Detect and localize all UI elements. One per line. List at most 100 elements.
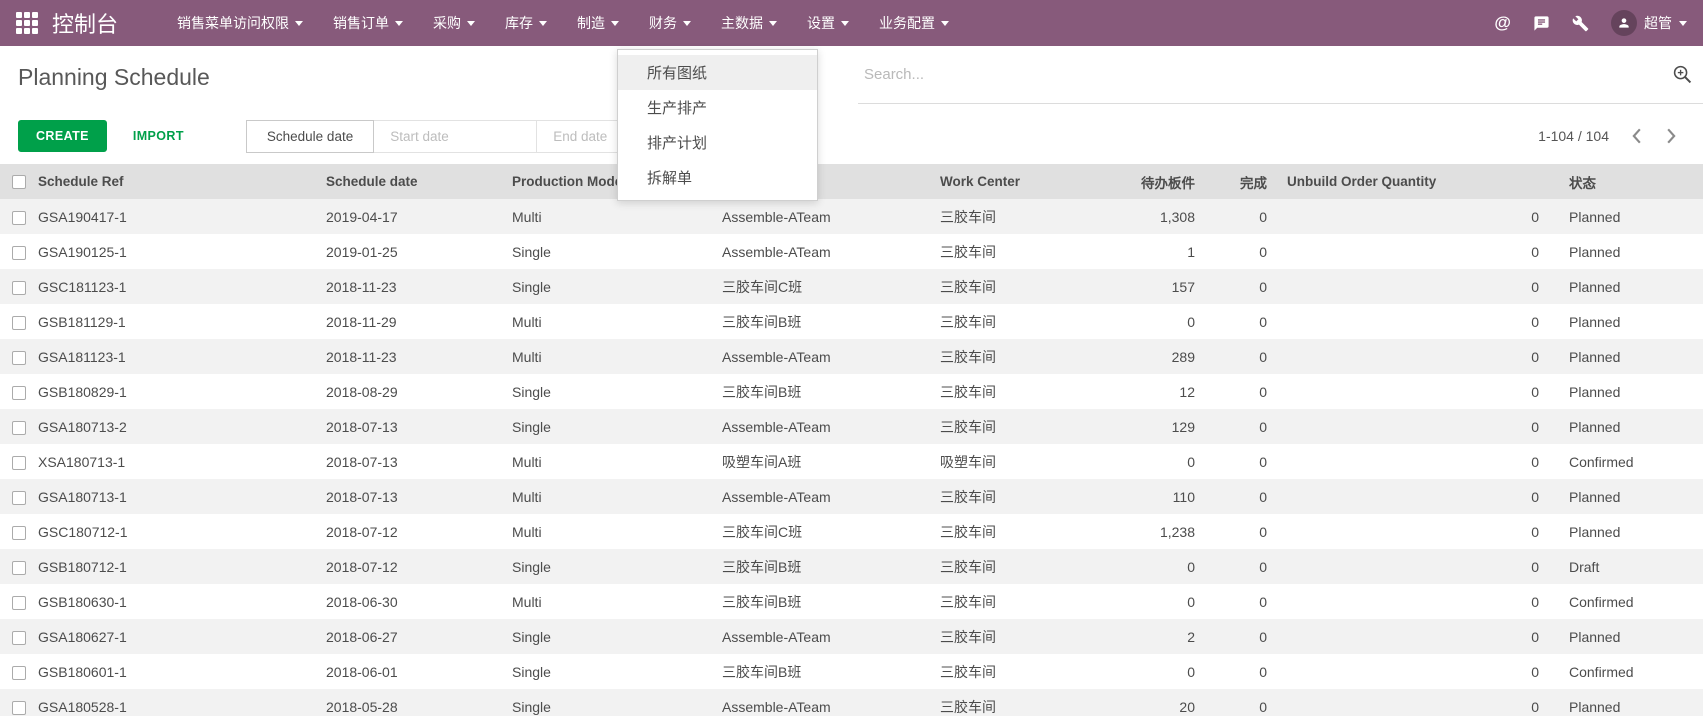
cell-work-group: 三胶车间C班 — [714, 514, 932, 549]
cell-unbuild-qty: 0 — [1279, 444, 1551, 479]
table-row[interactable]: GSB180630-1 2018-06-30 Multi 三胶车间B班 三胶车间… — [0, 584, 1703, 619]
row-checkbox-cell — [0, 199, 30, 234]
tools-icon[interactable] — [1572, 15, 1589, 32]
nav-menu-item-7[interactable]: 设置 — [792, 0, 864, 46]
nav-menu-item-4[interactable]: 制造 — [562, 0, 634, 46]
col-header-schedule-ref[interactable]: Schedule Ref — [30, 164, 318, 199]
cell-status: Planned — [1551, 339, 1703, 374]
dropdown-item-3[interactable]: 拆解单 — [618, 160, 817, 195]
table-row[interactable]: GSA180528-1 2018-05-28 Single Assemble-A… — [0, 689, 1703, 716]
schedule-date-filter-button[interactable]: Schedule date — [246, 120, 374, 153]
cell-schedule-date: 2018-11-23 — [318, 339, 504, 374]
import-button[interactable]: IMPORT — [123, 121, 194, 151]
table-row[interactable]: GSA181123-1 2018-11-23 Multi Assemble-AT… — [0, 339, 1703, 374]
cell-schedule-date: 2018-11-29 — [318, 304, 504, 339]
cell-schedule-ref: GSA190417-1 — [30, 199, 318, 234]
search-input[interactable] — [864, 66, 1672, 83]
apps-grid-icon[interactable] — [16, 12, 38, 34]
start-date-input[interactable] — [374, 120, 537, 153]
col-header-pending-qty[interactable]: 待办板件 — [1082, 164, 1207, 199]
table-row[interactable]: GSA190125-1 2019-01-25 Single Assemble-A… — [0, 234, 1703, 269]
username: 超管 — [1644, 13, 1672, 33]
col-header-done-qty[interactable]: 完成 — [1207, 164, 1279, 199]
nav-menu-item-2[interactable]: 采购 — [418, 0, 490, 46]
table-body: GSA190417-1 2019-04-17 Multi Assemble-AT… — [0, 199, 1703, 716]
nav-menu-item-0[interactable]: 销售菜单访问权限 — [162, 0, 318, 46]
row-checkbox[interactable] — [12, 421, 26, 435]
cell-schedule-ref: GSA190125-1 — [30, 234, 318, 269]
nav-menu-label: 采购 — [433, 13, 461, 33]
col-header-unbuild-qty[interactable]: Unbuild Order Quantity — [1279, 164, 1551, 199]
table-header-row: Schedule Ref Schedule date Production Mo… — [0, 164, 1703, 199]
table-row[interactable]: GSB180829-1 2018-08-29 Single 三胶车间B班 三胶车… — [0, 374, 1703, 409]
cell-schedule-date: 2018-07-12 — [318, 549, 504, 584]
user-menu[interactable]: 超管 — [1611, 10, 1687, 36]
row-checkbox[interactable] — [12, 246, 26, 260]
cell-production-mode: Single — [504, 689, 714, 716]
row-checkbox[interactable] — [12, 316, 26, 330]
chat-icon[interactable] — [1533, 15, 1550, 32]
row-checkbox[interactable] — [12, 281, 26, 295]
mentions-icon[interactable]: @ — [1494, 13, 1511, 33]
manufacturing-dropdown: 所有图纸生产排产排产计划拆解单 — [617, 49, 818, 201]
cell-schedule-ref: GSA180528-1 — [30, 689, 318, 716]
nav-menu-item-8[interactable]: 业务配置 — [864, 0, 964, 46]
table-row[interactable]: GSA190417-1 2019-04-17 Multi Assemble-AT… — [0, 199, 1703, 234]
cell-schedule-date: 2018-07-13 — [318, 444, 504, 479]
table-row[interactable]: GSA180713-2 2018-07-13 Single Assemble-A… — [0, 409, 1703, 444]
row-checkbox[interactable] — [12, 211, 26, 225]
col-header-work-center[interactable]: Work Center — [932, 164, 1082, 199]
row-checkbox[interactable] — [12, 491, 26, 505]
row-checkbox[interactable] — [12, 526, 26, 540]
row-checkbox[interactable] — [12, 596, 26, 610]
table-row[interactable]: GSB181129-1 2018-11-29 Multi 三胶车间B班 三胶车间… — [0, 304, 1703, 339]
row-checkbox[interactable] — [12, 386, 26, 400]
nav-menu-item-5[interactable]: 财务 — [634, 0, 706, 46]
table-row[interactable]: GSA180713-1 2018-07-13 Multi Assemble-AT… — [0, 479, 1703, 514]
table-row[interactable]: GSC181123-1 2018-11-23 Single 三胶车间C班 三胶车… — [0, 269, 1703, 304]
row-checkbox[interactable] — [12, 351, 26, 365]
cell-work-center: 三胶车间 — [932, 269, 1082, 304]
cell-work-group: 吸塑车间A班 — [714, 444, 932, 479]
row-checkbox[interactable] — [12, 456, 26, 470]
pager-next-button[interactable] — [1658, 124, 1685, 148]
cell-done-qty: 0 — [1207, 269, 1279, 304]
cell-production-mode: Single — [504, 409, 714, 444]
dropdown-item-2[interactable]: 排产计划 — [618, 125, 817, 160]
dropdown-item-1[interactable]: 生产排产 — [618, 90, 817, 125]
nav-menu-label: 库存 — [505, 13, 533, 33]
col-header-schedule-date[interactable]: Schedule date — [318, 164, 504, 199]
row-checkbox-cell — [0, 549, 30, 584]
cell-work-center: 三胶车间 — [932, 304, 1082, 339]
table-row[interactable]: GSB180601-1 2018-06-01 Single 三胶车间B班 三胶车… — [0, 654, 1703, 689]
cell-schedule-date: 2018-07-13 — [318, 479, 504, 514]
col-header-status[interactable]: 状态 — [1551, 164, 1703, 199]
pager-previous-button[interactable] — [1623, 124, 1650, 148]
cell-work-center: 三胶车间 — [932, 374, 1082, 409]
dropdown-item-0[interactable]: 所有图纸 — [618, 55, 817, 90]
row-checkbox[interactable] — [12, 561, 26, 575]
select-all-checkbox[interactable] — [12, 175, 26, 189]
row-checkbox[interactable] — [12, 666, 26, 680]
nav-menu-item-1[interactable]: 销售订单 — [318, 0, 418, 46]
nav-menu-item-6[interactable]: 主数据 — [706, 0, 792, 46]
cell-done-qty: 0 — [1207, 619, 1279, 654]
table-row[interactable]: GSB180712-1 2018-07-12 Single 三胶车间B班 三胶车… — [0, 549, 1703, 584]
row-checkbox[interactable] — [12, 701, 26, 715]
cell-done-qty: 0 — [1207, 654, 1279, 689]
table-row[interactable]: GSC180712-1 2018-07-12 Multi 三胶车间C班 三胶车间… — [0, 514, 1703, 549]
table-row[interactable]: GSA180627-1 2018-06-27 Single Assemble-A… — [0, 619, 1703, 654]
create-button[interactable]: CREATE — [18, 120, 107, 152]
control-panel: Planning Schedule — [0, 46, 1703, 108]
table-row[interactable]: XSA180713-1 2018-07-13 Multi 吸塑车间A班 吸塑车间… — [0, 444, 1703, 479]
cell-work-center: 吸塑车间 — [932, 444, 1082, 479]
app-title[interactable]: 控制台 — [52, 7, 118, 39]
cell-done-qty: 0 — [1207, 689, 1279, 716]
nav-menu-item-3[interactable]: 库存 — [490, 0, 562, 46]
cell-pending-qty: 0 — [1082, 654, 1207, 689]
cell-done-qty: 0 — [1207, 304, 1279, 339]
row-checkbox[interactable] — [12, 631, 26, 645]
chevron-down-icon — [611, 21, 619, 26]
cell-schedule-date: 2018-07-13 — [318, 409, 504, 444]
advanced-search-icon[interactable] — [1672, 64, 1693, 85]
